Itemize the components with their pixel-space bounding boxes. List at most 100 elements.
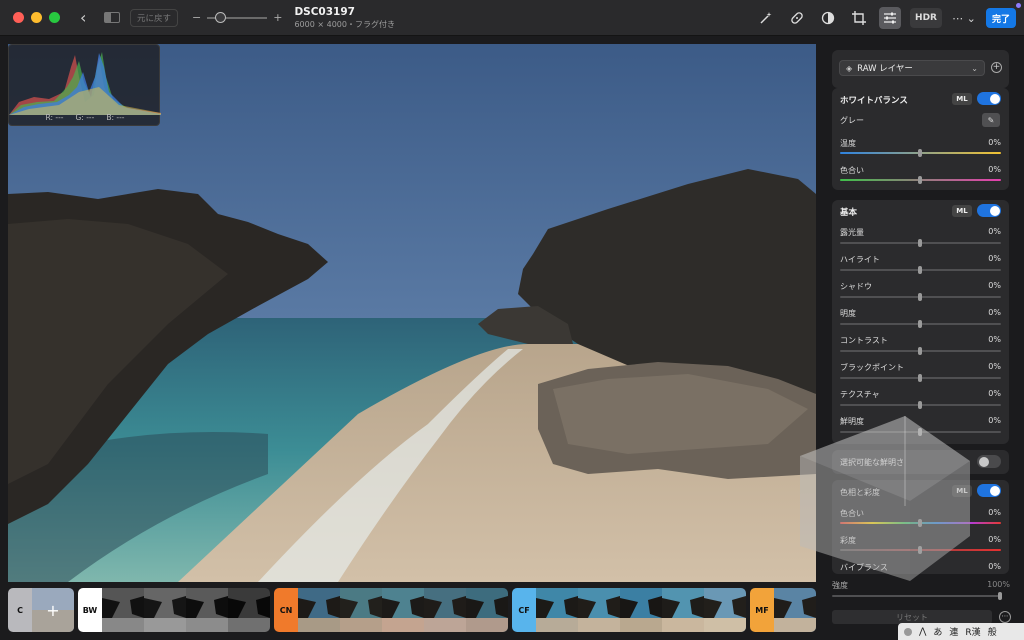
hue-saturation-title: 色相と彩度 xyxy=(840,488,880,497)
layer-card: ◈ RAW レイヤー ⌄ + xyxy=(832,50,1009,88)
shadows-slider[interactable] xyxy=(840,293,1001,301)
basic-ml-badge[interactable]: ML xyxy=(952,205,972,217)
brightness-label: 明度 xyxy=(840,309,856,318)
preset-thumb[interactable] xyxy=(662,588,704,632)
preset-thumb[interactable] xyxy=(578,588,620,632)
ime-ren[interactable]: 連 xyxy=(949,625,958,638)
revert-button[interactable]: 元に戻す xyxy=(130,8,179,27)
saturation-slider-knob[interactable] xyxy=(918,546,922,554)
temperature-slider-knob[interactable] xyxy=(918,149,922,157)
toolbar: HDR ⋯ ⌄ 完了 xyxy=(755,7,1016,29)
strength-slider[interactable] xyxy=(832,592,1002,600)
saturation-slider[interactable] xyxy=(840,546,1001,554)
compare-icon[interactable] xyxy=(104,12,120,23)
texture-value: 0% xyxy=(988,389,1001,398)
brightness-slider[interactable] xyxy=(840,320,1001,328)
preset-thumb[interactable] xyxy=(144,588,186,632)
preset-thumb[interactable] xyxy=(186,588,228,632)
ime-r-kanji[interactable]: R漢 xyxy=(965,625,980,638)
tint-slider-knob[interactable] xyxy=(918,176,922,184)
shadows-slider-knob[interactable] xyxy=(918,293,922,301)
back-chevron-icon[interactable]: ‹ xyxy=(80,8,94,27)
preset-thumb[interactable]: + xyxy=(32,588,74,632)
retouch-bandage-icon[interactable] xyxy=(786,7,808,29)
basic-toggle[interactable] xyxy=(977,204,1001,217)
preset-thumb[interactable] xyxy=(298,588,340,632)
zoom-in-button[interactable]: + xyxy=(273,11,282,24)
selective-clarity-toggle[interactable] xyxy=(977,455,1001,468)
ime-hiragana[interactable]: あ xyxy=(933,625,942,638)
layer-select[interactable]: ◈ RAW レイヤー ⌄ xyxy=(839,60,985,76)
mask-icon[interactable] xyxy=(817,7,839,29)
hue-slider[interactable] xyxy=(840,519,1001,527)
wb-ml-badge[interactable]: ML xyxy=(952,93,972,105)
adjust-sliders-icon[interactable] xyxy=(879,7,902,29)
highlights-slider[interactable] xyxy=(840,266,1001,274)
preset-thumb[interactable] xyxy=(466,588,508,632)
reset-button[interactable]: リセット xyxy=(832,610,992,624)
ime-general[interactable]: 般 xyxy=(988,625,997,638)
more-options-button[interactable]: ⋯ ⌄ xyxy=(951,7,977,29)
magic-wand-ml-icon[interactable] xyxy=(755,7,777,29)
eyedropper-icon[interactable]: ✎ xyxy=(982,113,1000,127)
more-icon[interactable]: ⋯ xyxy=(999,611,1011,623)
zoom-window-button[interactable] xyxy=(49,12,60,23)
hue-ml-badge[interactable]: ML xyxy=(952,485,972,497)
tint-slider[interactable] xyxy=(840,176,1001,184)
preset-thumb[interactable] xyxy=(704,588,746,632)
preset-thumb[interactable] xyxy=(340,588,382,632)
close-window-button[interactable] xyxy=(13,12,24,23)
zoom-out-button[interactable]: − xyxy=(192,11,201,24)
temperature-slider[interactable] xyxy=(840,149,1001,157)
preset-group-cn[interactable]: CN xyxy=(274,588,508,632)
exposure-slider-knob[interactable] xyxy=(918,239,922,247)
preset-tag-cn: CN xyxy=(274,588,298,632)
add-layer-icon[interactable]: + xyxy=(991,62,1002,73)
highlights-slider-knob[interactable] xyxy=(918,266,922,274)
preset-group-mf[interactable]: MF xyxy=(750,588,816,632)
done-button[interactable]: 完了 xyxy=(985,8,1016,28)
clarity-value: 0% xyxy=(988,416,1001,425)
crop-icon[interactable] xyxy=(848,7,870,29)
hue-slider-knob[interactable] xyxy=(918,519,922,527)
contrast-slider[interactable] xyxy=(840,347,1001,355)
brightness-slider-knob[interactable] xyxy=(918,320,922,328)
hue-saturation-toggle[interactable] xyxy=(977,484,1001,497)
histogram-graph xyxy=(9,52,161,115)
white-balance-toggle[interactable] xyxy=(977,92,1001,105)
exposure-slider[interactable] xyxy=(840,239,1001,247)
preset-filmstrip: C + BW CN CF MF xyxy=(8,588,816,634)
brightness-value: 0% xyxy=(988,308,1001,317)
preset-group-cf[interactable]: CF xyxy=(512,588,746,632)
shadows-value: 0% xyxy=(988,281,1001,290)
tint-value: 0% xyxy=(988,165,1001,174)
preset-tag-cf: CF xyxy=(512,588,536,632)
zoom-slider[interactable] xyxy=(207,11,268,23)
add-preset-icon[interactable]: + xyxy=(32,588,74,632)
preset-group-bw[interactable]: BW xyxy=(78,588,270,632)
temperature-label: 温度 xyxy=(840,139,856,148)
hdr-button[interactable]: HDR xyxy=(910,8,942,28)
white-balance-title: ホワイトバランス xyxy=(840,96,908,106)
preset-thumb[interactable] xyxy=(774,588,816,632)
layers-icon: ◈ xyxy=(846,63,853,73)
contrast-slider-knob[interactable] xyxy=(918,347,922,355)
strength-slider-knob[interactable] xyxy=(998,592,1002,600)
black-point-slider[interactable] xyxy=(840,374,1001,382)
preset-group-c[interactable]: C + xyxy=(8,588,74,632)
ime-caret-icon: ⋀ xyxy=(919,626,927,637)
minimize-window-button[interactable] xyxy=(31,12,42,23)
preset-thumb[interactable] xyxy=(536,588,578,632)
preset-thumb[interactable] xyxy=(228,588,270,632)
zoom-slider-knob[interactable] xyxy=(215,11,227,23)
black-point-slider-knob[interactable] xyxy=(918,374,922,382)
preset-thumb[interactable] xyxy=(620,588,662,632)
texture-slider-knob[interactable] xyxy=(918,401,922,409)
clarity-slider-knob[interactable] xyxy=(918,428,922,436)
clarity-slider[interactable] xyxy=(840,428,1001,436)
preset-thumb[interactable] xyxy=(102,588,144,632)
exposure-value: 0% xyxy=(988,227,1001,236)
texture-slider[interactable] xyxy=(840,401,1001,409)
preset-thumb[interactable] xyxy=(382,588,424,632)
preset-thumb[interactable] xyxy=(424,588,466,632)
